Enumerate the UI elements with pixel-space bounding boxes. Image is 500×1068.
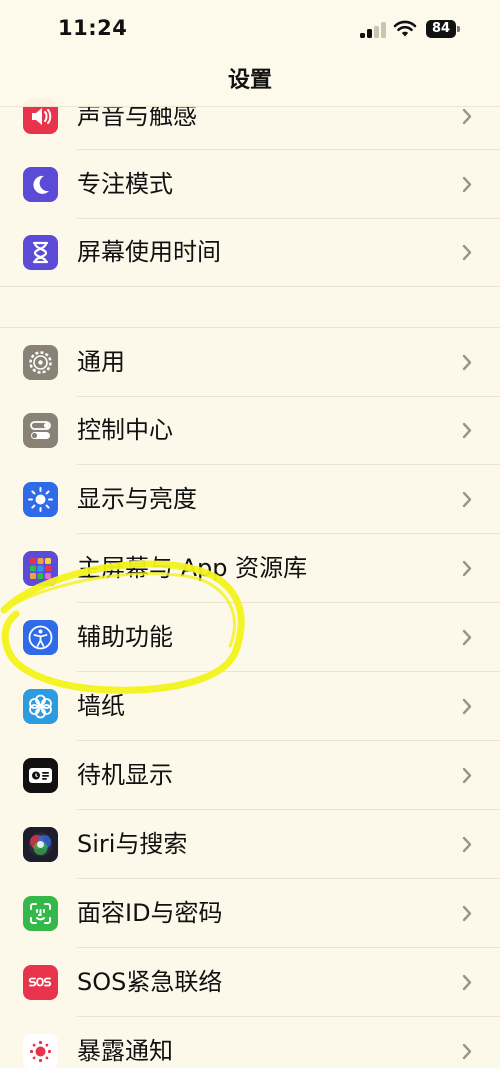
settings-row-general[interactable]: 通用 bbox=[0, 328, 500, 396]
gear-icon bbox=[23, 345, 58, 380]
settings-row-label: 辅助功能 bbox=[77, 623, 173, 651]
settings-row-standby[interactable]: 待机显示 bbox=[0, 741, 500, 809]
chevron-right-icon bbox=[462, 491, 472, 508]
chevron-right-icon bbox=[462, 354, 472, 371]
group-separator bbox=[0, 286, 500, 287]
settings-row-label: 面容ID与密码 bbox=[77, 899, 223, 927]
settings-row-label: 暴露通知 bbox=[77, 1037, 173, 1065]
settings-row-label: 显示与亮度 bbox=[77, 485, 197, 513]
settings-row-home-screen-app-library[interactable]: 主屏幕与 App 资源库 bbox=[0, 534, 500, 602]
settings-row-focus[interactable]: 专注模式 bbox=[0, 150, 500, 218]
sun-icon bbox=[23, 482, 58, 517]
hourglass-icon bbox=[23, 235, 58, 270]
chevron-right-icon bbox=[462, 629, 472, 646]
settings-row-label: 专注模式 bbox=[77, 170, 173, 198]
siri-icon bbox=[23, 827, 58, 862]
standby-icon bbox=[23, 758, 58, 793]
settings-row-emergency-sos[interactable]: SOS紧急联络 bbox=[0, 948, 500, 1016]
chevron-right-icon bbox=[462, 422, 472, 439]
face-id-icon bbox=[23, 896, 58, 931]
home-screen-grid-icon bbox=[23, 551, 58, 586]
settings-row-display-brightness[interactable]: 显示与亮度 bbox=[0, 465, 500, 533]
moon-icon bbox=[23, 167, 58, 202]
settings-row-label: 通用 bbox=[77, 348, 125, 376]
status-time: 11:24 bbox=[58, 16, 128, 40]
toggles-icon bbox=[23, 413, 58, 448]
wifi-icon bbox=[393, 20, 417, 37]
settings-row-face-id-passcode[interactable]: 面容ID与密码 bbox=[0, 879, 500, 947]
battery-icon: 84 bbox=[426, 20, 460, 38]
exposure-icon bbox=[23, 1034, 58, 1068]
chevron-right-icon bbox=[462, 108, 472, 125]
chevron-right-icon bbox=[462, 698, 472, 715]
page-title: 设置 bbox=[227, 68, 272, 93]
battery-percentage: 84 bbox=[431, 21, 451, 36]
settings-row-screen-time[interactable]: 屏幕使用时间 bbox=[0, 218, 500, 286]
settings-row-label: SOS紧急联络 bbox=[77, 968, 223, 996]
settings-row-label: 墙纸 bbox=[77, 692, 125, 720]
accessibility-icon bbox=[23, 620, 58, 655]
chevron-right-icon bbox=[462, 905, 472, 922]
settings-row-exposure-notifications[interactable]: 暴露通知 bbox=[0, 1017, 500, 1068]
settings-row-accessibility[interactable]: 辅助功能 bbox=[0, 603, 500, 671]
settings-row-control-center[interactable]: 控制中心 bbox=[0, 396, 500, 464]
chevron-right-icon bbox=[462, 974, 472, 991]
settings-row-label: 控制中心 bbox=[77, 416, 173, 444]
chevron-right-icon bbox=[462, 767, 472, 784]
settings-row-label: 主屏幕与 App 资源库 bbox=[77, 554, 308, 582]
chevron-right-icon bbox=[462, 244, 472, 261]
sos-icon bbox=[23, 965, 58, 1000]
chevron-right-icon bbox=[462, 836, 472, 853]
wallpaper-flower-icon bbox=[23, 689, 58, 724]
chevron-right-icon bbox=[462, 176, 472, 193]
settings-row-siri-search[interactable]: Siri与搜索 bbox=[0, 810, 500, 878]
settings-row-label: 待机显示 bbox=[77, 761, 173, 789]
settings-row-wallpaper[interactable]: 墙纸 bbox=[0, 672, 500, 740]
settings-row-label: 屏幕使用时间 bbox=[77, 238, 221, 266]
chevron-right-icon bbox=[462, 1043, 472, 1060]
settings-row-label: Siri与搜索 bbox=[77, 830, 188, 858]
status-bar: 11:24 84 bbox=[0, 0, 500, 58]
header-separator bbox=[0, 106, 500, 107]
settings-list: 声音与触感 专注模式 屏幕使用时间 通用 控制中心 显示与亮度 主屏幕与 App… bbox=[0, 0, 500, 1068]
chevron-right-icon bbox=[462, 560, 472, 577]
cellular-signal-icon bbox=[360, 22, 386, 38]
